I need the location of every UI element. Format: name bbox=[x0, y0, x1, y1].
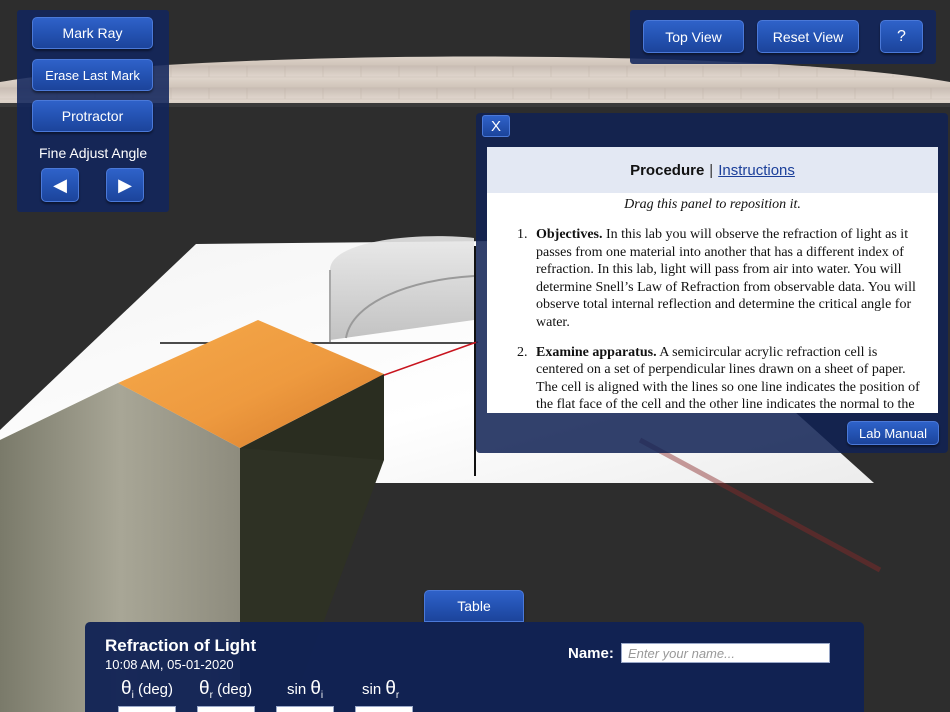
procedure-title: Procedure bbox=[630, 161, 705, 179]
name-label: Name: bbox=[568, 645, 614, 662]
fine-adjust-left-button[interactable]: ◀ bbox=[41, 168, 79, 202]
procedure-panel[interactable]: X Procedure | Instructions Drag this pan… bbox=[476, 113, 948, 453]
arrow-right-icon: ▶ bbox=[118, 174, 132, 195]
data-cell[interactable] bbox=[355, 706, 413, 712]
view-controls-panel: Top View Reset View ? bbox=[630, 10, 936, 64]
fine-adjust-angle-label: Fine Adjust Angle bbox=[39, 145, 148, 161]
procedure-step: 2. Examine apparatus. A semicircular acry… bbox=[517, 344, 924, 413]
top-view-button[interactable]: Top View bbox=[643, 20, 744, 53]
mark-ray-button[interactable]: Mark Ray bbox=[32, 17, 153, 49]
procedure-steps: 1. Objectives. In this lab you will obser… bbox=[517, 226, 924, 413]
name-input[interactable] bbox=[621, 643, 830, 663]
step-text: In this lab you will observe the refract… bbox=[536, 227, 916, 330]
column-header-sin-theta-r: sin θr bbox=[362, 678, 400, 701]
arrow-left-icon: ◀ bbox=[53, 174, 67, 195]
control-panel-left: Mark Ray Erase Last Mark Protractor Fine… bbox=[17, 10, 169, 212]
help-button[interactable]: ? bbox=[880, 20, 923, 53]
protractor-button[interactable]: Protractor bbox=[32, 100, 153, 132]
data-table-panel: Refraction of Light 10:08 AM, 05-01-2020… bbox=[85, 622, 864, 712]
step-heading: Objectives. bbox=[536, 227, 603, 242]
reset-view-button[interactable]: Reset View bbox=[757, 20, 859, 53]
procedure-content[interactable]: Procedure | Instructions Drag this panel… bbox=[487, 147, 938, 413]
drag-hint: Drag this panel to reposition it. bbox=[624, 197, 801, 212]
erase-last-mark-button[interactable]: Erase Last Mark bbox=[32, 59, 153, 91]
lab-manual-button[interactable]: Lab Manual bbox=[847, 421, 939, 445]
close-icon: X bbox=[490, 117, 501, 135]
data-cell[interactable] bbox=[118, 706, 176, 712]
close-procedure-button[interactable]: X bbox=[482, 115, 510, 137]
column-header-sin-theta-i: sin θi bbox=[287, 678, 324, 701]
data-panel-timestamp: 10:08 AM, 05-01-2020 bbox=[105, 657, 234, 672]
data-cell[interactable] bbox=[197, 706, 255, 712]
step-number: 2. bbox=[517, 344, 528, 360]
table-tab-button[interactable]: Table bbox=[424, 590, 524, 622]
step-heading: Examine apparatus. bbox=[536, 344, 657, 360]
fine-adjust-right-button[interactable]: ▶ bbox=[106, 168, 144, 202]
data-cell[interactable] bbox=[276, 706, 334, 712]
procedure-step: 1. Objectives. In this lab you will obser… bbox=[517, 226, 924, 332]
header-separator: | bbox=[709, 161, 714, 179]
column-header-theta-r-deg: θr (deg) bbox=[199, 678, 253, 701]
step-number: 1. bbox=[517, 227, 528, 242]
instructions-link[interactable]: Instructions bbox=[718, 162, 795, 179]
data-panel-title: Refraction of Light bbox=[105, 636, 257, 655]
column-header-theta-i-deg: θi (deg) bbox=[121, 678, 173, 701]
procedure-header: Procedure | Instructions bbox=[487, 147, 938, 193]
